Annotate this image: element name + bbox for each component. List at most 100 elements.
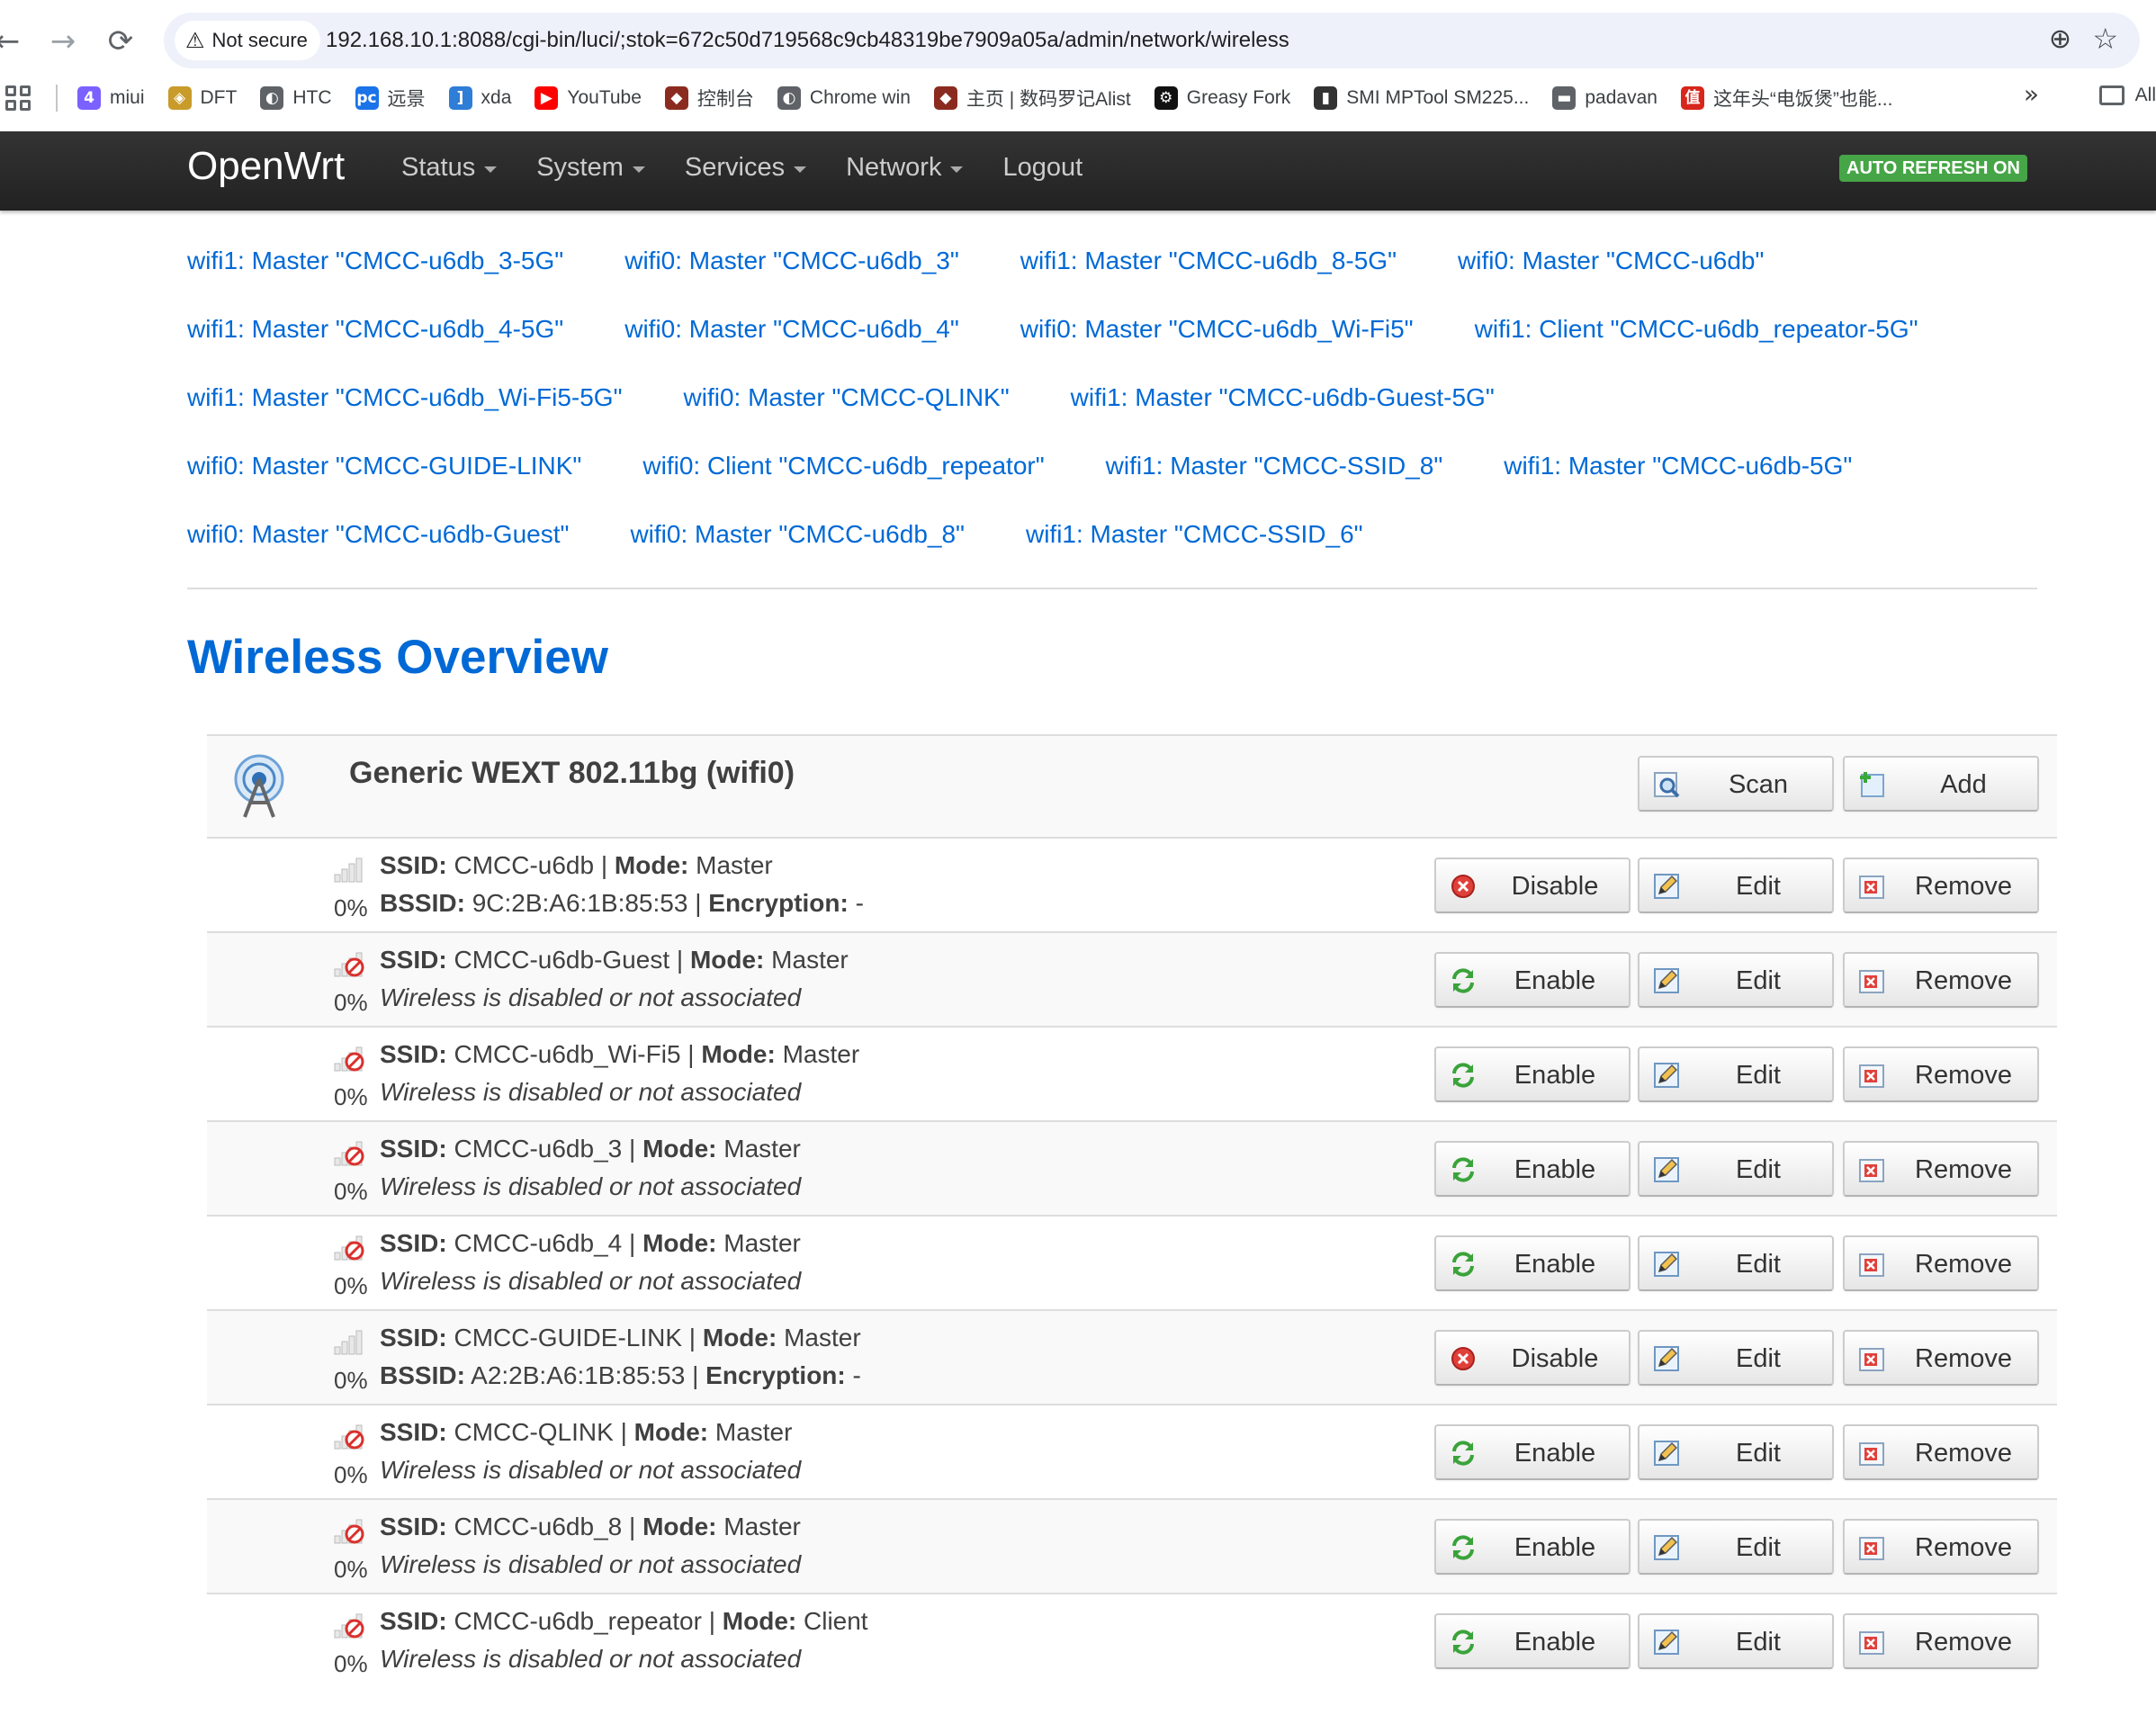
globe-icon: ◐	[777, 86, 801, 110]
tab-link[interactable]: wifi0: Client "CMCC-u6db_repeator"	[612, 448, 1074, 516]
address-bar[interactable]: ⚠ Not secure 192.168.10.1:8088/cgi-bin/l…	[164, 13, 2140, 68]
bookmark-item[interactable]: ▮ SMI MPTool SM225...	[1314, 86, 1529, 110]
bookmark-item[interactable]: 值这年头“电饭煲”也能...	[1680, 85, 1892, 112]
network-status: Wireless is disabled or not associated	[380, 1550, 801, 1579]
tab-link[interactable]: wifi1: Master "CMCC-u6db-Guest-5G"	[1040, 380, 1525, 448]
bookmark-item[interactable]: ◆ 控制台	[664, 85, 754, 112]
separator: |	[622, 1135, 643, 1163]
menu-item-logout[interactable]: Logout	[1002, 153, 1082, 183]
bookmark-item[interactable]: ◈ DFT	[167, 86, 237, 110]
bookmark-item[interactable]: pc 远景	[355, 85, 426, 112]
bookmark-item[interactable]: ◆ 主页 | 数码罗记Alist	[933, 85, 1131, 112]
tab-link[interactable]: wifi1: Master "CMCC-u6db_Wi-Fi5-5G"	[157, 380, 653, 448]
menu-item-status[interactable]: Status	[401, 153, 498, 183]
menu-item-system[interactable]: System	[536, 153, 645, 183]
caret-down-icon	[484, 166, 498, 173]
tab-link[interactable]: wifi1: Master "CMCC-u6db_3-5G"	[157, 243, 594, 311]
remove-button[interactable]: Remove	[1843, 1330, 2039, 1386]
back-icon[interactable]: ←	[0, 23, 25, 59]
bookmark-item[interactable]: ▬ padavan	[1552, 86, 1657, 110]
remove-button[interactable]: Remove	[1843, 1519, 2039, 1575]
remove-button[interactable]: Remove	[1843, 1141, 2039, 1197]
forward-icon[interactable]: →	[45, 23, 81, 59]
remove-icon	[1859, 1064, 1884, 1088]
network-summary: SSID: CMCC-u6db_3 | Mode: Master	[380, 1135, 801, 1163]
disable-button[interactable]: Disable	[1434, 858, 1630, 913]
tab-row: wifi0: Master "CMCC-u6db-Guest" wifi0: Ma…	[157, 516, 2037, 585]
url-text[interactable]: 192.168.10.1:8088/cgi-bin/luci/;stok=672…	[326, 28, 1289, 53]
edit-button[interactable]: Edit	[1638, 1235, 1834, 1291]
enable-button[interactable]: Enable	[1434, 1613, 1630, 1669]
separator: |	[680, 1040, 702, 1068]
scan-button[interactable]: Scan	[1638, 756, 1834, 812]
tab-link[interactable]: wifi0: Master "CMCC-u6db_8"	[599, 516, 995, 585]
tab-link[interactable]: wifi1: Client "CMCC-u6db_repeator-5G"	[1444, 311, 1949, 380]
enable-button[interactable]: Enable	[1434, 1424, 1630, 1480]
separator: |	[594, 851, 615, 879]
signal-percent: 0%	[334, 1272, 368, 1299]
all-bookmarks-button[interactable]: All	[2098, 85, 2156, 106]
bookmark-item[interactable]: 4 miui	[77, 86, 145, 110]
bssid-label: BSSID:	[380, 1361, 465, 1389]
edit-button[interactable]: Edit	[1638, 858, 1834, 913]
add-button[interactable]: Add	[1843, 756, 2039, 812]
menu-item-network[interactable]: Network	[846, 153, 964, 183]
remove-button[interactable]: Remove	[1843, 1613, 2039, 1669]
remove-button[interactable]: Remove	[1843, 858, 2039, 913]
tab-link[interactable]: wifi1: Master "CMCC-SSID_8"	[1075, 448, 1474, 516]
disabled-status-text: Wireless is disabled or not associated	[380, 1172, 802, 1200]
network-row: 0% SSID: CMCC-u6db_3 | Mode: Master Wirele…	[207, 1120, 2057, 1215]
bookmark-item[interactable]: ▶ YouTube	[535, 86, 642, 110]
bookmark-star-icon[interactable]: ☆	[2092, 22, 2118, 56]
remove-button[interactable]: Remove	[1843, 952, 2039, 1008]
edit-button[interactable]: Edit	[1638, 1424, 1834, 1480]
tab-link[interactable]: wifi1: Master "CMCC-u6db-5G"	[1473, 448, 1882, 516]
tab-link[interactable]: wifi0: Master "CMCC-GUIDE-LINK"	[157, 448, 612, 516]
remove-button[interactable]: Remove	[1843, 1235, 2039, 1291]
menu-item-services[interactable]: Services	[685, 153, 807, 183]
bookmark-item[interactable]: ◐ HTC	[260, 86, 332, 110]
tab-link[interactable]: wifi0: Master "CMCC-u6db_4"	[594, 311, 990, 380]
edit-button[interactable]: Edit	[1638, 1046, 1834, 1102]
disable-button[interactable]: Disable	[1434, 1330, 1630, 1386]
enable-refresh-icon	[1452, 1441, 1474, 1466]
mode-label: Mode:	[689, 946, 765, 974]
edit-button[interactable]: Edit	[1638, 1519, 1834, 1575]
tab-link[interactable]: wifi1: Master "CMCC-u6db_8-5G"	[990, 243, 1427, 311]
edit-button[interactable]: Edit	[1638, 1613, 1834, 1669]
bookmark-item[interactable]: ◐ Chrome win	[777, 86, 911, 110]
tab-link[interactable]: wifi1: Master "CMCC-SSID_6"	[995, 516, 1394, 585]
more-bookmarks-icon[interactable]: »	[2024, 79, 2039, 109]
edit-label: Edit	[1736, 1344, 1781, 1373]
mode-label: Mode:	[722, 1607, 797, 1635]
remove-label: Remove	[1915, 1533, 2012, 1562]
enable-button[interactable]: Enable	[1434, 1046, 1630, 1102]
enable-button[interactable]: Enable	[1434, 1141, 1630, 1197]
tab-link[interactable]: wifi1: Master "CMCC-u6db_4-5G"	[157, 311, 594, 380]
zoom-icon[interactable]: ⊕	[2049, 23, 2071, 55]
apps-grid-icon[interactable]	[2, 82, 34, 114]
enable-button[interactable]: Enable	[1434, 1235, 1630, 1291]
xda-icon: ]	[448, 86, 472, 110]
ssid-value: CMCC-u6db_4	[454, 1229, 623, 1257]
enable-button[interactable]: Enable	[1434, 952, 1630, 1008]
tab-link[interactable]: wifi0: Master "CMCC-u6db_Wi-Fi5"	[990, 311, 1444, 380]
tab-link[interactable]: wifi0: Master "CMCC-u6db_3"	[594, 243, 990, 311]
edit-button[interactable]: Edit	[1638, 1330, 1834, 1386]
tab-link[interactable]: wifi0: Master "CMCC-u6db-Guest"	[157, 516, 599, 585]
brand-logo[interactable]: OpenWrt	[187, 144, 345, 189]
bookmark-item[interactable]: ⚙ Greasy Fork	[1154, 86, 1290, 110]
enable-button[interactable]: Enable	[1434, 1519, 1630, 1575]
edit-button[interactable]: Edit	[1638, 1141, 1834, 1197]
network-status: Wireless is disabled or not associated	[380, 983, 801, 1012]
auto-refresh-badge[interactable]: AUTO REFRESH ON	[1839, 155, 2027, 182]
security-chip[interactable]: ⚠ Not secure	[175, 21, 320, 60]
edit-button[interactable]: Edit	[1638, 952, 1834, 1008]
encryption-label: Encryption:	[708, 889, 849, 917]
remove-button[interactable]: Remove	[1843, 1424, 2039, 1480]
reload-icon[interactable]: ⟳	[103, 23, 139, 59]
remove-button[interactable]: Remove	[1843, 1046, 2039, 1102]
tab-link[interactable]: wifi0: Master "CMCC-u6db"	[1427, 243, 1794, 311]
bookmark-item[interactable]: ] xda	[448, 86, 511, 110]
tab-link[interactable]: wifi0: Master "CMCC-QLINK"	[653, 380, 1040, 448]
